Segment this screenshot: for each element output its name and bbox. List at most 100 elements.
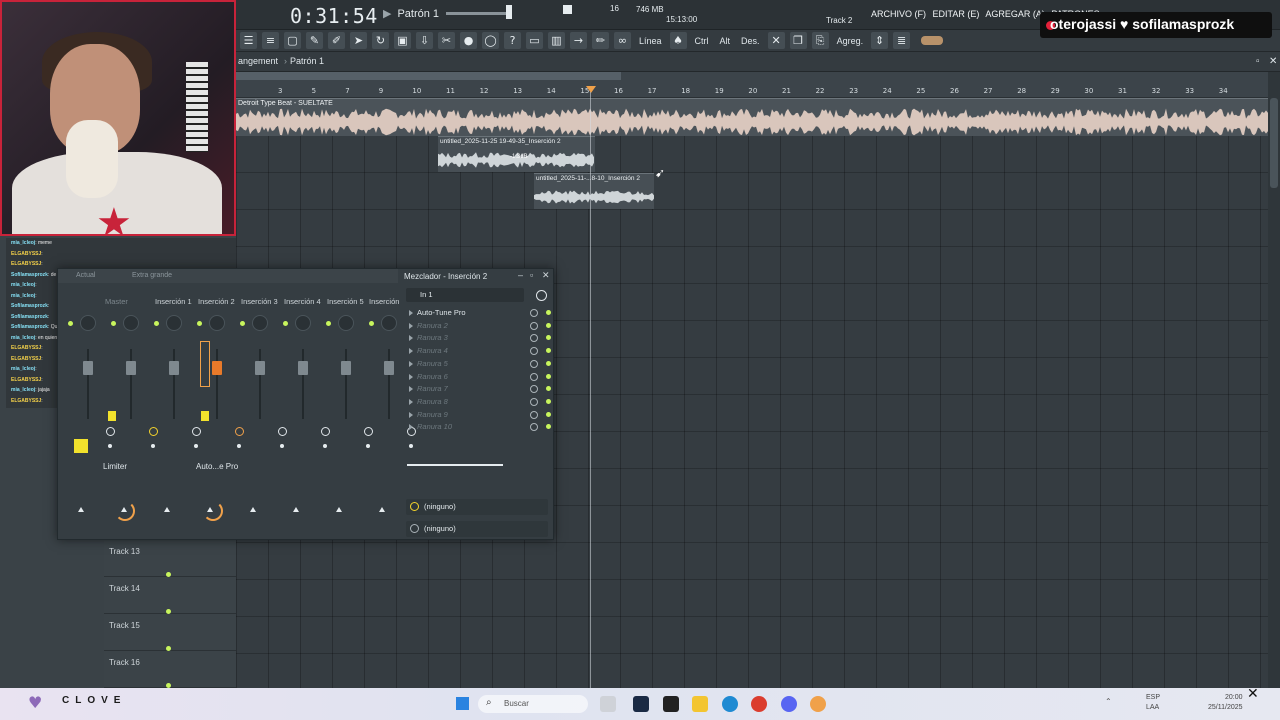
song-time-display[interactable]: 0:31:54 bbox=[290, 4, 378, 28]
expand-arrow-icon[interactable] bbox=[409, 411, 413, 418]
eq-curve[interactable] bbox=[407, 464, 503, 466]
menu-icon[interactable]: ≣ bbox=[893, 32, 911, 49]
slot-enable-led[interactable] bbox=[546, 335, 551, 341]
mix-knob-icon[interactable] bbox=[530, 321, 538, 330]
insert-plugin-autotune[interactable]: Auto...e Pro bbox=[196, 462, 238, 471]
close-icon[interactable]: ✕ bbox=[767, 32, 785, 49]
route-circle-icon[interactable] bbox=[278, 427, 287, 436]
effect-slot[interactable]: Ranura 4 bbox=[409, 345, 551, 358]
input-selector[interactable]: In 1 bbox=[406, 288, 524, 302]
mix-knob-icon[interactable] bbox=[530, 347, 538, 356]
send-arrow-icon[interactable] bbox=[78, 507, 84, 512]
strip-led[interactable] bbox=[111, 321, 116, 326]
send-arrow-icon[interactable] bbox=[379, 507, 385, 512]
playhead-marker-icon[interactable] bbox=[586, 86, 596, 93]
volume-fader[interactable] bbox=[212, 361, 222, 375]
effect-slot[interactable]: Ranura 2 bbox=[409, 320, 551, 333]
menu-agregar[interactable]: AGREGAR (A) bbox=[985, 9, 1045, 19]
chat-username[interactable]: mia_lcleoj bbox=[11, 282, 35, 288]
cut-icon[interactable]: ✂ bbox=[438, 32, 455, 49]
arrows-icon[interactable]: ⇕ bbox=[871, 32, 889, 49]
pan-knob[interactable] bbox=[338, 315, 354, 331]
track-row[interactable]: Track 13 bbox=[104, 540, 236, 577]
playlist-icon[interactable]: ☰ bbox=[240, 32, 257, 49]
audio-clip-recording-1[interactable]: untitled_2025-11-25 19-49-35_Inserción 2… bbox=[438, 136, 595, 172]
chat-username[interactable]: ELGABYSSJ bbox=[11, 356, 41, 362]
effect-slot[interactable]: Ranura 8 bbox=[409, 396, 551, 409]
fader-track[interactable] bbox=[87, 349, 89, 419]
strip-label-insert-3[interactable]: Inserción 3 bbox=[241, 297, 278, 306]
route-dot[interactable] bbox=[108, 444, 112, 448]
strip-led[interactable] bbox=[68, 321, 73, 326]
audio-clip-beat[interactable]: Detroit Type Beat - SUELTATE bbox=[236, 98, 1268, 136]
effect-slot[interactable]: Ranura 10 bbox=[409, 421, 551, 434]
snap-line-label[interactable]: Línea bbox=[636, 36, 665, 46]
track-row[interactable]: Track 16 bbox=[104, 651, 236, 688]
mix-knob-icon[interactable] bbox=[530, 334, 538, 343]
paint-icon[interactable]: ✎ bbox=[306, 32, 323, 49]
start-button-icon[interactable] bbox=[456, 697, 469, 710]
fader-track[interactable] bbox=[345, 349, 347, 419]
close-icon[interactable]: ✕ bbox=[542, 270, 550, 281]
task-view-icon[interactable] bbox=[600, 696, 616, 712]
chat-username[interactable]: mia_lcleoj bbox=[11, 240, 35, 246]
effect-slot[interactable]: Ranura 7 bbox=[409, 383, 551, 396]
volume-fader[interactable] bbox=[169, 361, 179, 375]
pan-knob[interactable] bbox=[252, 315, 268, 331]
fish-icon[interactable]: ➤ bbox=[350, 32, 367, 49]
des-button[interactable]: Des. bbox=[738, 36, 763, 46]
send-arrow-icon[interactable] bbox=[336, 507, 342, 512]
maximize-icon[interactable]: ▫ bbox=[1256, 56, 1260, 67]
fader-track[interactable] bbox=[259, 349, 261, 419]
expand-arrow-icon[interactable] bbox=[409, 348, 413, 355]
chat-username[interactable]: mia_lcleoj bbox=[11, 366, 35, 372]
chat-username[interactable]: Sofilamasprozk bbox=[11, 314, 48, 320]
strip-label-insert-6[interactable]: Inserción bbox=[369, 297, 399, 306]
ctrl-button[interactable]: Ctrl bbox=[692, 36, 712, 46]
effect-slot[interactable]: Ranura 9 bbox=[409, 409, 551, 422]
mic-icon[interactable]: ● bbox=[460, 32, 477, 49]
route-circle-icon[interactable] bbox=[321, 427, 330, 436]
expand-arrow-icon[interactable] bbox=[409, 398, 413, 405]
folder-icon[interactable] bbox=[692, 696, 708, 712]
expand-arrow-icon[interactable] bbox=[409, 373, 413, 380]
slot-enable-led[interactable] bbox=[546, 411, 551, 417]
chat-username[interactable]: mia_lcleoj bbox=[11, 387, 35, 393]
paste-icon[interactable]: ⎘ bbox=[811, 32, 829, 49]
arrow-right-icon[interactable]: → bbox=[570, 32, 587, 49]
edge-icon[interactable] bbox=[722, 696, 738, 712]
save-icon[interactable]: ▣ bbox=[394, 32, 411, 49]
slot-enable-led[interactable] bbox=[546, 398, 551, 404]
volume-fader[interactable] bbox=[255, 361, 265, 375]
help-icon[interactable]: ? bbox=[504, 32, 521, 49]
audio-clip-recording-2[interactable]: untitled_2025-11-...8-10_Inserción 2 bbox=[534, 173, 654, 209]
window-close-icon[interactable]: ✕ bbox=[1269, 56, 1277, 67]
route-circle-icon[interactable] bbox=[106, 427, 115, 436]
track-row[interactable]: Track 15 bbox=[104, 614, 236, 651]
strip-label-insert-2[interactable]: Inserción 2 bbox=[198, 297, 235, 306]
route-dot[interactable] bbox=[280, 444, 284, 448]
stamp-icon[interactable]: ♠ bbox=[669, 32, 687, 49]
strip-label-insert-5[interactable]: Inserción 5 bbox=[327, 297, 364, 306]
download-icon[interactable]: ⇩ bbox=[416, 32, 433, 49]
effect-slot[interactable]: Ranura 5 bbox=[409, 358, 551, 371]
master-volume-handle[interactable] bbox=[506, 5, 512, 19]
strip-label-master[interactable]: Master bbox=[105, 297, 128, 306]
effect-slot[interactable]: Ranura 6 bbox=[409, 371, 551, 384]
slot-enable-led[interactable] bbox=[546, 348, 551, 354]
chat-username[interactable]: mia_lcleoj bbox=[11, 335, 35, 341]
chat-username[interactable]: ELGABYSSJ bbox=[11, 261, 41, 267]
pattern-selector[interactable]: ▶ Patrón 1 bbox=[383, 7, 439, 20]
close-icon[interactable]: ✕ bbox=[1247, 686, 1259, 702]
strip-led[interactable] bbox=[154, 321, 159, 326]
new-icon[interactable]: ▢ bbox=[284, 32, 301, 49]
strip-led[interactable] bbox=[326, 321, 331, 326]
output-selector-2[interactable]: (ninguno) bbox=[406, 521, 548, 537]
chat-username[interactable]: Sofilamasprozk bbox=[11, 324, 48, 330]
insert-plugin-limiter[interactable]: Limiter bbox=[103, 462, 127, 471]
route-dot[interactable] bbox=[151, 444, 155, 448]
scrollbar-thumb[interactable] bbox=[1270, 98, 1278, 188]
brush-icon[interactable]: ✐ bbox=[328, 32, 345, 49]
mixer-view-selector[interactable]: Actual bbox=[76, 272, 95, 279]
slot-enable-led[interactable] bbox=[546, 322, 551, 328]
